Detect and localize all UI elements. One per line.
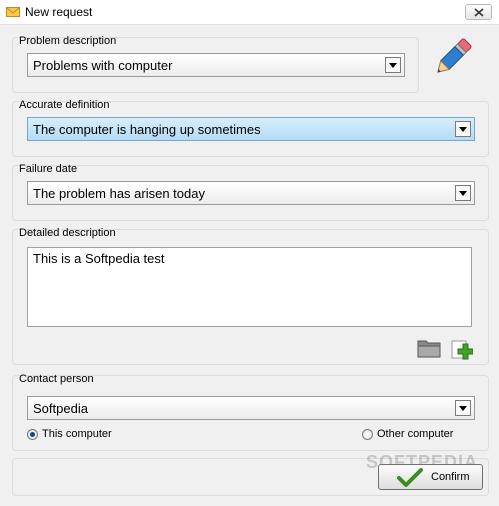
failure-date-value: The problem has arisen today <box>33 186 205 201</box>
problem-description-value: Problems with computer <box>33 58 173 73</box>
problem-description-select[interactable]: Problems with computer <box>27 53 405 77</box>
problem-description-group: Problem description Problems with comput… <box>12 35 419 93</box>
failure-date-dropdown-button[interactable] <box>455 185 471 201</box>
radio-other-computer-label: Other computer <box>377 428 454 440</box>
chevron-down-icon <box>459 191 467 196</box>
contact-person-group: Contact person Softpedia This computer O… <box>12 373 489 451</box>
envelope-icon <box>6 7 20 17</box>
add-attachment-icon[interactable] <box>451 338 473 360</box>
contact-person-value: Softpedia <box>33 401 88 416</box>
radio-other-computer[interactable]: Other computer <box>362 428 453 440</box>
failure-date-select[interactable]: The problem has arisen today <box>27 181 475 205</box>
accurate-definition-value: The computer is hanging up sometimes <box>33 122 261 137</box>
chevron-down-icon <box>459 406 467 411</box>
close-button[interactable] <box>465 4 492 20</box>
failure-date-label: Failure date <box>19 163 78 175</box>
accurate-definition-select[interactable]: The computer is hanging up sometimes <box>27 117 475 141</box>
confirm-button[interactable]: Confirm <box>378 464 483 490</box>
radio-button-unchecked[interactable] <box>362 428 373 440</box>
pencil-icon <box>437 38 472 73</box>
contact-person-label: Contact person <box>19 373 94 385</box>
radio-this-computer[interactable]: This computer <box>27 428 112 440</box>
radio-this-computer-label: This computer <box>42 428 112 440</box>
accurate-definition-dropdown-button[interactable] <box>455 121 471 137</box>
accurate-definition-group: Accurate definition The computer is hang… <box>12 99 489 157</box>
radio-button-checked[interactable] <box>27 428 38 440</box>
window-title: New request <box>25 5 93 19</box>
open-folder-icon[interactable] <box>417 338 441 358</box>
problem-description-dropdown-button[interactable] <box>385 57 401 73</box>
detailed-description-group: Detailed description This is a Softpedia… <box>12 227 489 365</box>
confirm-label: Confirm <box>431 471 470 483</box>
accurate-definition-label: Accurate definition <box>19 99 110 111</box>
chevron-down-icon <box>459 127 467 132</box>
detailed-description-text: This is a Softpedia test <box>33 251 165 266</box>
chevron-down-icon <box>389 63 397 68</box>
close-icon <box>474 8 484 17</box>
contact-person-dropdown-button[interactable] <box>455 400 471 416</box>
detailed-description-textarea[interactable]: This is a Softpedia test <box>27 247 472 327</box>
detailed-description-label: Detailed description <box>19 227 116 239</box>
contact-person-select[interactable]: Softpedia <box>27 396 475 420</box>
failure-date-group: Failure date The problem has arisen toda… <box>12 163 489 221</box>
title-bar: New request <box>0 0 499 25</box>
problem-description-label: Problem description <box>19 35 117 47</box>
checkmark-icon <box>397 468 423 487</box>
